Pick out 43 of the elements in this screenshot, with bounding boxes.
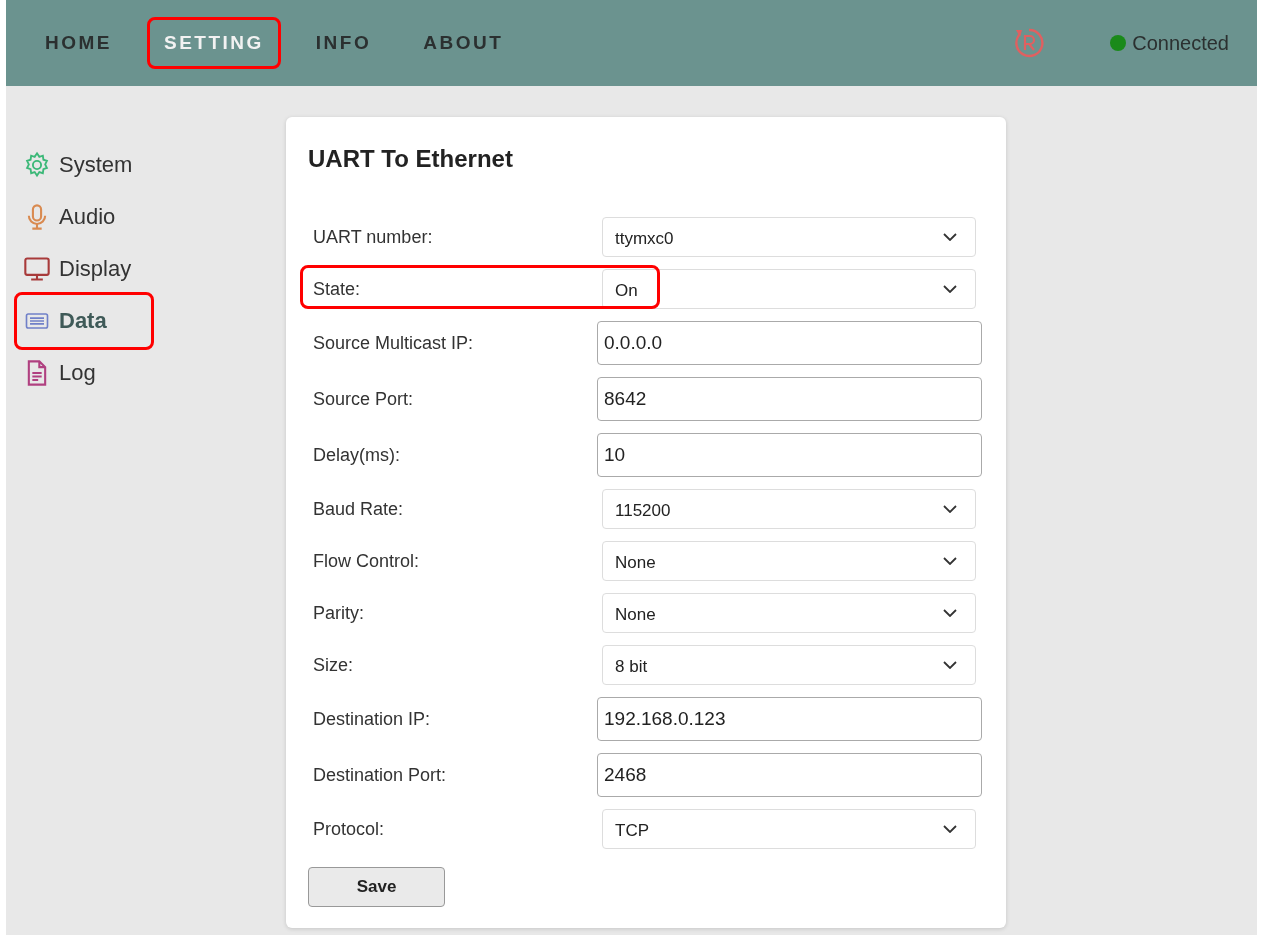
field-label: Delay(ms): xyxy=(312,444,401,466)
field-label: Size: xyxy=(312,654,355,676)
field-label: Baud Rate: xyxy=(312,498,405,520)
field-label: State: xyxy=(312,278,362,300)
connection-status: Connected xyxy=(1132,31,1229,55)
sidebar-item[interactable]: Log xyxy=(14,352,138,394)
input-field[interactable]: 192.168.0.123 xyxy=(597,697,982,741)
field-label: Source Port: xyxy=(312,388,415,410)
nav-tab[interactable]: HOME xyxy=(28,17,129,69)
field-label: Flow Control: xyxy=(312,550,421,572)
input-field[interactable]: 8642 xyxy=(597,377,982,421)
chevron-down-icon xyxy=(943,557,957,565)
field-label: UART number: xyxy=(312,226,434,248)
nav-tab[interactable]: INFO xyxy=(298,17,389,69)
field-label: Parity: xyxy=(312,602,365,624)
chevron-down-icon xyxy=(943,825,957,833)
card-title: UART To Ethernet xyxy=(308,145,514,173)
sidebar-item[interactable]: Display xyxy=(14,248,138,290)
sidebar-item[interactable]: Data xyxy=(14,292,154,350)
chevron-down-icon xyxy=(943,661,957,669)
chevron-down-icon xyxy=(943,233,957,241)
dropdown-field[interactable]: None xyxy=(602,593,976,633)
nav-tab[interactable]: ABOUT xyxy=(406,17,521,69)
chevron-down-icon xyxy=(943,285,957,293)
refresh-r-icon[interactable] xyxy=(1012,26,1047,60)
chevron-down-icon xyxy=(943,505,957,513)
chevron-down-icon xyxy=(943,609,957,617)
sidebar-item[interactable]: System xyxy=(14,144,138,186)
input-field[interactable]: 2468 xyxy=(597,753,982,797)
dropdown-field[interactable]: ttymxc0 xyxy=(602,217,976,257)
save-button[interactable]: Save xyxy=(308,867,445,907)
field-label: Destination IP: xyxy=(312,708,432,730)
field-label: Protocol: xyxy=(312,818,386,840)
dropdown-field[interactable]: 115200 xyxy=(602,489,976,529)
input-field[interactable]: 10 xyxy=(597,433,982,477)
sidebar-item[interactable]: Audio xyxy=(14,196,138,238)
dropdown-field[interactable]: On xyxy=(602,269,976,309)
dropdown-field[interactable]: 8 bit xyxy=(602,645,976,685)
input-field[interactable]: 0.0.0.0 xyxy=(597,321,982,365)
dropdown-field[interactable]: TCP xyxy=(602,809,976,849)
field-label: Destination Port: xyxy=(312,764,448,786)
dropdown-field[interactable]: None xyxy=(602,541,976,581)
field-label: Source Multicast IP: xyxy=(312,332,475,354)
